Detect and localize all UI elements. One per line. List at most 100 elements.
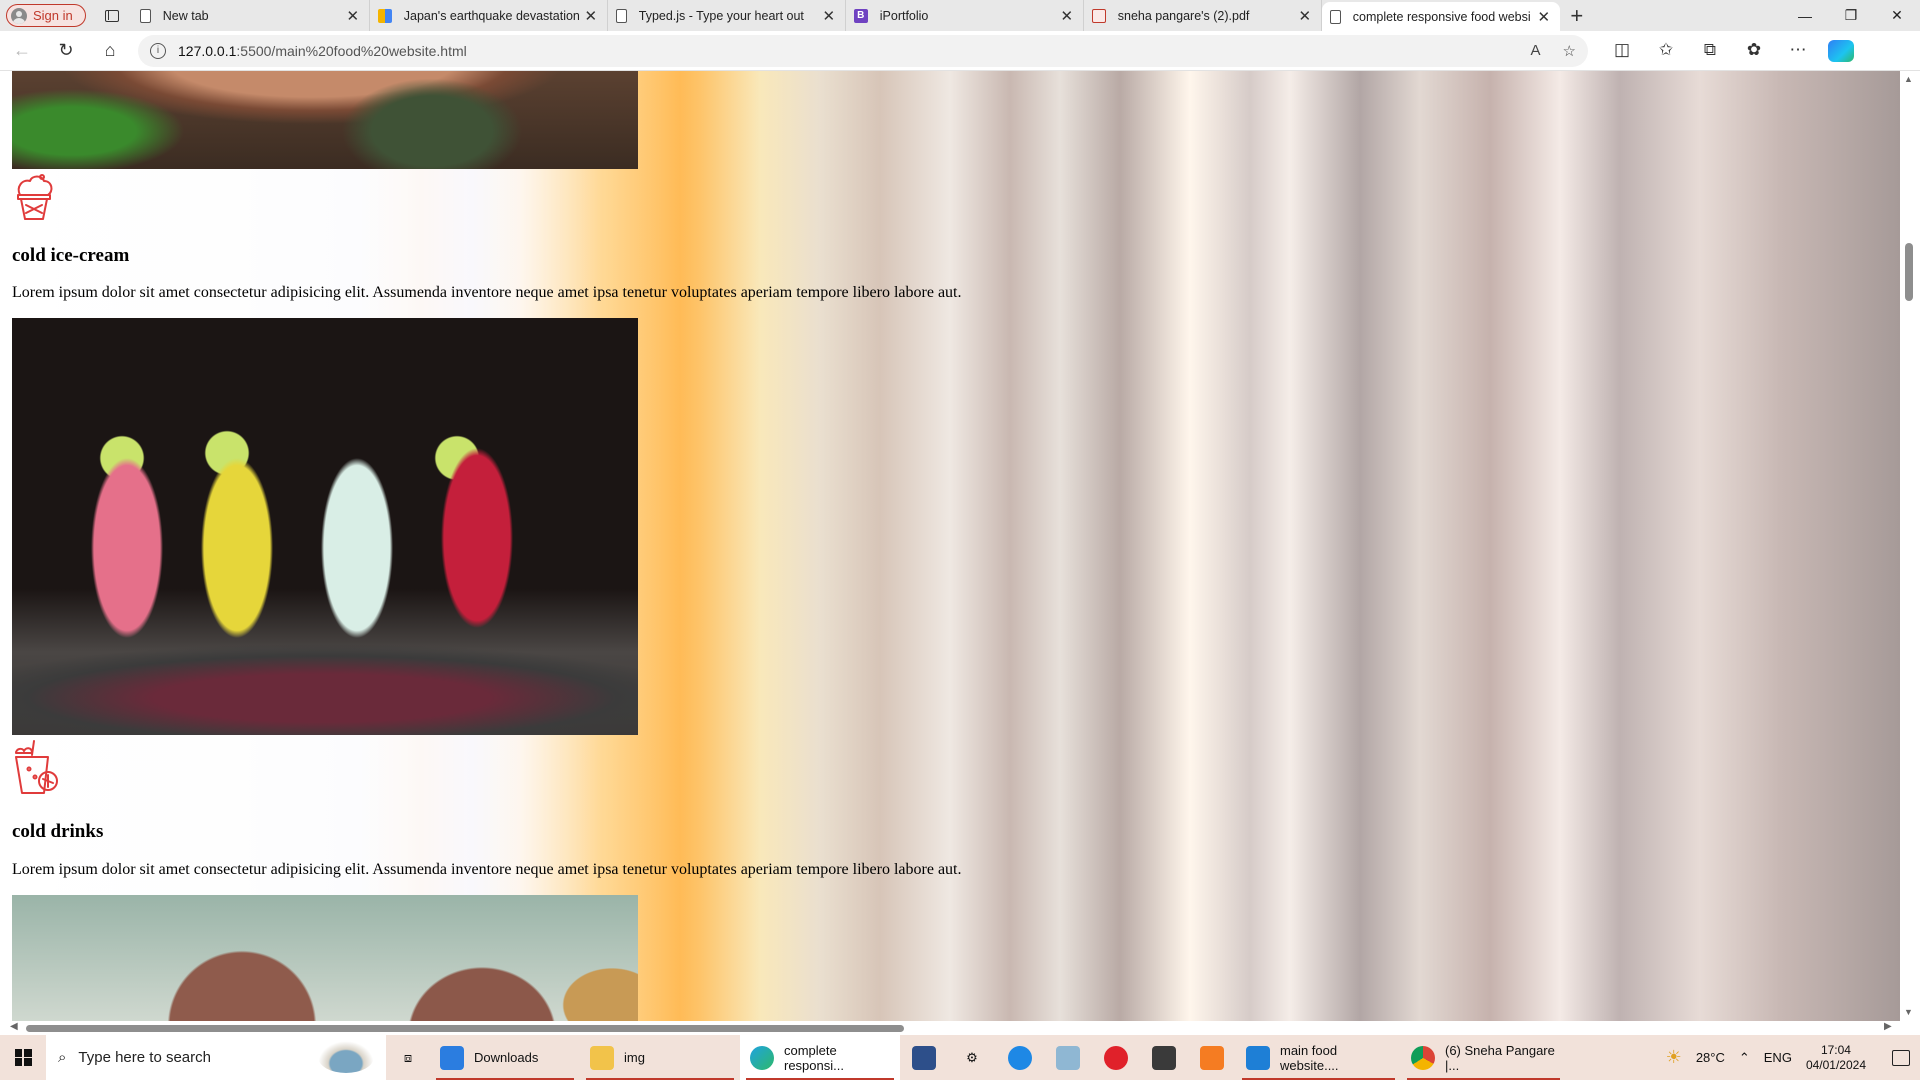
vertical-scroll-thumb[interactable] — [1905, 243, 1913, 301]
taskbar-search-box[interactable]: ⌕ Type here to search — [46, 1035, 386, 1080]
sign-in-label: Sign in — [33, 8, 73, 23]
taskbar-app-label: complete responsi... — [784, 1042, 844, 1073]
url-path: :5500/main%20food%20website.html — [236, 42, 467, 59]
browser-toolbar: ← ↻ ⌂ i 127.0.0.1:5500/main%20food%20web… — [0, 31, 1920, 71]
bootstrap-icon: B — [853, 8, 868, 23]
food-image-chocolate — [12, 895, 638, 1021]
xampp-icon[interactable] — [1188, 1035, 1236, 1080]
ice-cream-icon — [17, 174, 53, 220]
page-icon — [139, 8, 151, 23]
read-aloud-icon[interactable]: A — [1531, 42, 1541, 60]
tab-title: iPortfolio — [879, 8, 929, 23]
opera-icon[interactable] — [1092, 1035, 1140, 1080]
close-icon[interactable]: ✕ — [1536, 8, 1552, 26]
back-icon[interactable]: ← — [0, 31, 44, 71]
edge-icon — [750, 1045, 774, 1070]
taskbar-app-vscode[interactable]: main food website.... — [1236, 1035, 1401, 1080]
close-icon[interactable]: ✕ — [821, 7, 837, 25]
close-icon[interactable]: ✕ — [345, 7, 361, 25]
tab-title: complete responsive food websi — [1352, 9, 1531, 24]
collections-icon[interactable]: ⧉ — [1688, 40, 1732, 62]
store-icon[interactable] — [1140, 1035, 1188, 1080]
taskbar-app-label: main food website.... — [1280, 1042, 1339, 1073]
scroll-up-icon[interactable]: ▲ — [1904, 74, 1913, 84]
task-view-icon[interactable]: ⧈ — [386, 1035, 430, 1080]
close-window-icon[interactable]: ✕ — [1874, 0, 1920, 31]
taskbar-app-label: img — [624, 1050, 645, 1065]
download-folder-icon — [440, 1045, 464, 1070]
item-title: cold ice-cream — [12, 245, 130, 266]
restore-icon[interactable]: ❐ — [1828, 0, 1874, 31]
notification-icon[interactable] — [1892, 1049, 1910, 1066]
tab-actions-icon[interactable] — [92, 0, 132, 31]
extensions-icon[interactable]: ✿ — [1732, 40, 1776, 62]
horizontal-scrollbar[interactable]: ◀ ▶ — [0, 1021, 1900, 1035]
food-image-cold-drinks — [12, 318, 638, 735]
scroll-right-icon[interactable]: ▶ — [1884, 1021, 1892, 1032]
language-indicator[interactable]: ENG — [1764, 1050, 1792, 1065]
taskbar-clock[interactable]: 17:04 04/01/2024 — [1806, 1043, 1866, 1073]
sign-in-button[interactable]: Sign in — [6, 4, 86, 27]
clock-date: 04/01/2024 — [1805, 1057, 1866, 1072]
food-image-ice-cream — [12, 71, 638, 169]
search-icon: ⌕ — [58, 1049, 67, 1066]
taskbar-app-label: (6) Sneha Pangare |... — [1445, 1042, 1555, 1073]
close-icon[interactable]: ✕ — [1059, 7, 1075, 25]
more-menu-icon[interactable]: ⋯ — [1776, 40, 1820, 62]
scroll-left-icon[interactable]: ◀ — [10, 1021, 18, 1032]
clock-time: 17:04 — [1820, 1042, 1851, 1057]
tab-iportfolio[interactable]: B iPortfolio ✕ — [846, 0, 1084, 31]
settings-icon[interactable]: ⚙ — [948, 1035, 996, 1080]
cold-drink-icon — [15, 740, 58, 794]
favorites-icon[interactable]: ✩ — [1644, 40, 1688, 62]
start-button[interactable] — [0, 1035, 46, 1080]
folder-icon — [590, 1045, 614, 1070]
vscode-icon — [1246, 1045, 1270, 1070]
refresh-icon[interactable]: ↻ — [44, 31, 88, 71]
site-info-icon[interactable]: i — [150, 42, 166, 59]
news-icon — [377, 8, 392, 23]
split-screen-icon[interactable]: ◫ — [1600, 40, 1644, 62]
window-controls: — ❐ ✕ — [1782, 0, 1920, 31]
tab-title: Typed.js - Type your heart out — [638, 8, 804, 23]
close-icon[interactable]: ✕ — [583, 7, 599, 25]
url-host: 127.0.0.1 — [178, 42, 237, 59]
address-bar[interactable]: i 127.0.0.1:5500/main%20food%20website.h… — [138, 34, 1588, 67]
tab-new-tab[interactable]: New tab ✕ — [132, 0, 370, 31]
weather-temperature[interactable]: 28°C — [1696, 1050, 1725, 1065]
scroll-down-icon[interactable]: ▼ — [1904, 1007, 1913, 1017]
search-placeholder: Type here to search — [78, 1049, 211, 1066]
favorite-star-icon[interactable]: ☆ — [1563, 42, 1576, 60]
tab-pdf[interactable]: sneha pangare's (2).pdf ✕ — [1084, 0, 1322, 31]
search-highlight-image — [318, 1041, 374, 1073]
close-icon[interactable]: ✕ — [1297, 7, 1313, 25]
profile-icon — [11, 7, 27, 24]
taskbar-app-downloads[interactable]: Downloads — [430, 1035, 580, 1080]
taskbar-app-img[interactable]: img — [580, 1035, 740, 1080]
taskbar-app-chrome[interactable]: (6) Sneha Pangare |... — [1401, 1035, 1566, 1080]
tab-title: New tab — [162, 8, 209, 23]
pinned-app-icon[interactable] — [900, 1035, 948, 1080]
home-icon[interactable]: ⌂ — [88, 31, 132, 71]
page-icon — [1329, 9, 1341, 24]
tab-bar: Sign in New tab ✕ Japan's earthquake dev… — [0, 0, 1920, 31]
page-viewport: cold ice-cream Lorem ipsum dolor sit ame… — [0, 71, 1900, 1021]
vertical-scrollbar[interactable]: ▲ ▼ — [1900, 71, 1920, 1021]
copilot-icon[interactable] — [1828, 39, 1854, 62]
tab-japan-earthquake[interactable]: Japan's earthquake devastation c ✕ — [370, 0, 608, 31]
tab-typedjs[interactable]: Typed.js - Type your heart out ✕ — [608, 0, 846, 31]
page-icon — [615, 8, 627, 23]
weather-icon[interactable]: ☀ — [1666, 1047, 1682, 1068]
minimize-icon[interactable]: — — [1782, 0, 1828, 31]
tab-title: Japan's earthquake devastation c — [403, 8, 583, 23]
item-description: Lorem ipsum dolor sit amet consectetur a… — [12, 284, 962, 301]
scroll-corner — [1900, 1021, 1920, 1035]
chevron-up-icon[interactable]: ⌃ — [1739, 1050, 1750, 1066]
pinned-app-icon[interactable] — [1044, 1035, 1092, 1080]
windows-logo-icon — [14, 1049, 32, 1066]
new-tab-button[interactable]: + — [1560, 0, 1594, 31]
taskbar-app-edge[interactable]: complete responsi... — [740, 1035, 900, 1080]
pinned-app-icon[interactable] — [996, 1035, 1044, 1080]
tab-food-website[interactable]: complete responsive food websi ✕ — [1321, 2, 1560, 31]
horizontal-scroll-thumb[interactable] — [26, 1025, 904, 1032]
